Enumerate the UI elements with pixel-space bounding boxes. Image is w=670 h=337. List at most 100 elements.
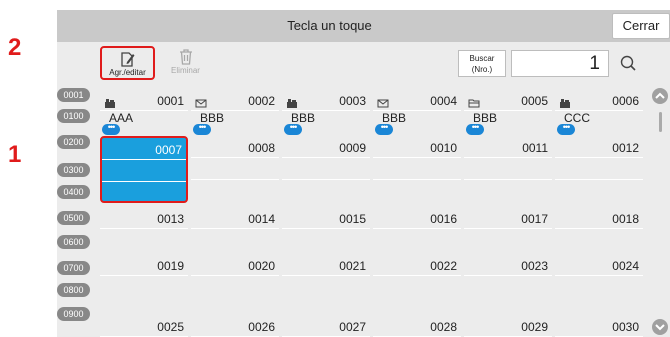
destination-cell[interactable]: 0005 BBB ••• [464, 89, 552, 135]
destination-cell[interactable]: 0011 [464, 136, 552, 203]
edit-icon [120, 52, 134, 67]
search-label-line2: (Nro.) [471, 65, 493, 74]
cell-number: 0029 [521, 320, 548, 334]
more-icon: ••• [557, 123, 575, 135]
destination-cell[interactable]: 0001 AAA ••• [100, 89, 188, 135]
scroll-down-button[interactable] [652, 319, 668, 335]
cell-number: 0004 [430, 94, 457, 108]
destination-cell[interactable]: 0029 [464, 315, 552, 337]
cell-divider [282, 157, 370, 158]
cell-number: 0011 [522, 141, 548, 155]
row-index-label[interactable]: 0001 [57, 88, 90, 102]
destination-cell[interactable]: 0004 BBB ••• [373, 89, 461, 135]
destination-cell-selected[interactable]: 0007 [100, 136, 188, 203]
search-number-button[interactable]: Buscar (Nro.) [458, 50, 506, 77]
destination-cell[interactable]: 0020 [191, 254, 279, 300]
destination-cell[interactable]: 0027 [282, 315, 370, 337]
scrollbar-thumb[interactable] [659, 112, 662, 132]
destination-cell[interactable]: 0010 [373, 136, 461, 203]
cell-divider [102, 159, 186, 160]
cell-number: 0023 [521, 259, 548, 273]
search-button[interactable] [613, 50, 643, 77]
delete-button[interactable]: Eliminar [158, 46, 213, 80]
row-index-label[interactable]: 0800 [57, 283, 90, 297]
cell-number: 0002 [248, 94, 275, 108]
number-input[interactable]: 1 [511, 50, 609, 77]
cell-number: 0005 [521, 94, 548, 108]
cell-number: 0001 [157, 94, 184, 108]
cell-number: 0024 [612, 259, 639, 273]
cell-number: 0020 [248, 259, 275, 273]
cell-number: 0009 [339, 141, 366, 155]
scroll-up-button[interactable] [652, 88, 668, 104]
destination-cell[interactable]: 0009 [282, 136, 370, 203]
destination-cell[interactable]: 0017 [464, 207, 552, 253]
destination-cell[interactable]: 0013 [100, 207, 188, 253]
destination-cell[interactable]: 0006 CCC ••• [555, 89, 643, 135]
cell-divider [191, 179, 279, 180]
destination-cell[interactable]: 0026 [191, 315, 279, 337]
row-index-label[interactable]: 0400 [57, 185, 90, 199]
cell-number: 0014 [248, 212, 275, 226]
row-index-label[interactable]: 0100 [57, 109, 90, 123]
cell-divider [282, 179, 370, 180]
destination-cell[interactable]: 0012 [555, 136, 643, 203]
one-touch-panel: Tecla un toque Cerrar Agr./editar Elimin… [57, 10, 670, 337]
destination-cell[interactable]: 0015 [282, 207, 370, 253]
cell-divider [373, 179, 461, 180]
cell-divider [191, 275, 279, 276]
row-index-label[interactable]: 0500 [57, 211, 90, 225]
destination-cell[interactable]: 0008 [191, 136, 279, 203]
cell-divider [555, 228, 643, 229]
destination-cell[interactable]: 0025 [100, 315, 188, 337]
destination-cell[interactable]: 0019 [100, 254, 188, 300]
row-index-label[interactable]: 0600 [57, 235, 90, 249]
cell-number: 0003 [339, 94, 366, 108]
add-edit-button[interactable]: Agr./editar [100, 46, 155, 80]
destination-cell[interactable]: 0018 [555, 207, 643, 253]
cell-divider [464, 179, 552, 180]
cell-divider [373, 228, 461, 229]
destination-cell[interactable]: 0022 [373, 254, 461, 300]
destination-cell[interactable]: 0016 [373, 207, 461, 253]
cell-number: 0021 [339, 259, 366, 273]
row-index-label[interactable]: 0300 [57, 163, 90, 177]
more-icon: ••• [284, 123, 302, 135]
destination-cell[interactable]: 0014 [191, 207, 279, 253]
close-button[interactable]: Cerrar [612, 13, 670, 39]
cell-number: 0019 [157, 259, 184, 273]
cell-divider [464, 157, 552, 158]
cell-divider [373, 275, 461, 276]
destination-cell[interactable]: 0023 [464, 254, 552, 300]
destination-cell[interactable]: 0021 [282, 254, 370, 300]
row-index-label[interactable]: 0200 [57, 135, 90, 149]
cell-number: 0028 [430, 320, 457, 334]
cell-divider [555, 157, 643, 158]
destination-cell[interactable]: 0030 [555, 315, 643, 337]
cell-number: 0017 [521, 212, 548, 226]
cell-number: 0015 [339, 212, 366, 226]
cell-number: 0025 [157, 320, 184, 334]
cell-number: 0018 [612, 212, 639, 226]
destination-cell[interactable]: 0003 BBB ••• [282, 89, 370, 135]
cell-number: 0010 [430, 141, 457, 155]
row-index-label[interactable]: 0700 [57, 261, 90, 275]
cell-number: 0030 [612, 320, 639, 334]
delete-label: Eliminar [171, 66, 200, 75]
cell-divider [102, 181, 186, 182]
cell-divider [464, 228, 552, 229]
cell-divider [464, 275, 552, 276]
cell-number: 0012 [612, 141, 639, 155]
destination-cell[interactable]: 0002 BBB ••• [191, 89, 279, 135]
destination-cell[interactable]: 0028 [373, 315, 461, 337]
cell-divider [191, 228, 279, 229]
row-index-label[interactable]: 0900 [57, 307, 90, 321]
chevron-up-icon [655, 92, 665, 99]
cell-number: 0013 [157, 212, 184, 226]
cell-divider [282, 228, 370, 229]
title-bar: Tecla un toque Cerrar [57, 10, 670, 42]
cell-divider [555, 275, 643, 276]
destination-cell[interactable]: 0024 [555, 254, 643, 300]
chevron-down-icon [655, 324, 665, 331]
cell-divider [100, 228, 188, 229]
